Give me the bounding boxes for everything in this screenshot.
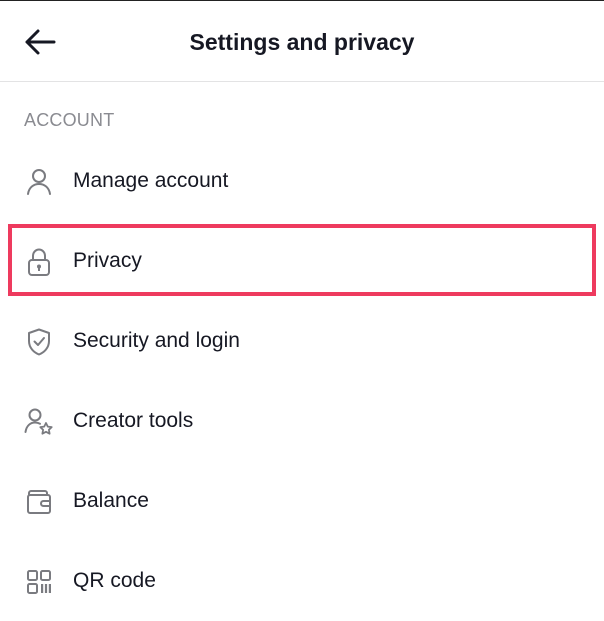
menu-item-security-and-login[interactable]: Security and login: [0, 301, 604, 381]
menu-item-label: Security and login: [73, 329, 240, 352]
shield-check-icon: [24, 327, 54, 357]
lock-icon: [24, 247, 54, 277]
wallet-icon: [24, 487, 54, 517]
page-title: Settings and privacy: [189, 29, 415, 55]
section-label-account: ACCOUNT: [24, 110, 115, 130]
menu-item-creator-tools[interactable]: Creator tools: [0, 381, 604, 461]
menu-item-qr-code[interactable]: QR code: [0, 541, 604, 621]
menu-item-privacy[interactable]: Privacy: [0, 221, 604, 301]
back-button[interactable]: [18, 22, 62, 62]
arrow-left-icon: [24, 28, 56, 56]
menu-item-label: Manage account: [73, 169, 229, 192]
header: Settings and privacy: [0, 0, 604, 82]
menu-item-label: QR code: [73, 569, 156, 592]
menu-item-label: Creator tools: [73, 409, 194, 432]
person-star-icon: [24, 407, 54, 437]
person-icon: [24, 167, 54, 197]
menu-item-label: Privacy: [73, 249, 142, 272]
qr-code-icon: [24, 567, 54, 597]
menu-item-manage-account[interactable]: Manage account: [0, 141, 604, 221]
menu-item-balance[interactable]: Balance: [0, 461, 604, 541]
settings-menu: Manage account Privacy Security and logi…: [0, 141, 604, 621]
menu-item-label: Balance: [73, 489, 149, 512]
